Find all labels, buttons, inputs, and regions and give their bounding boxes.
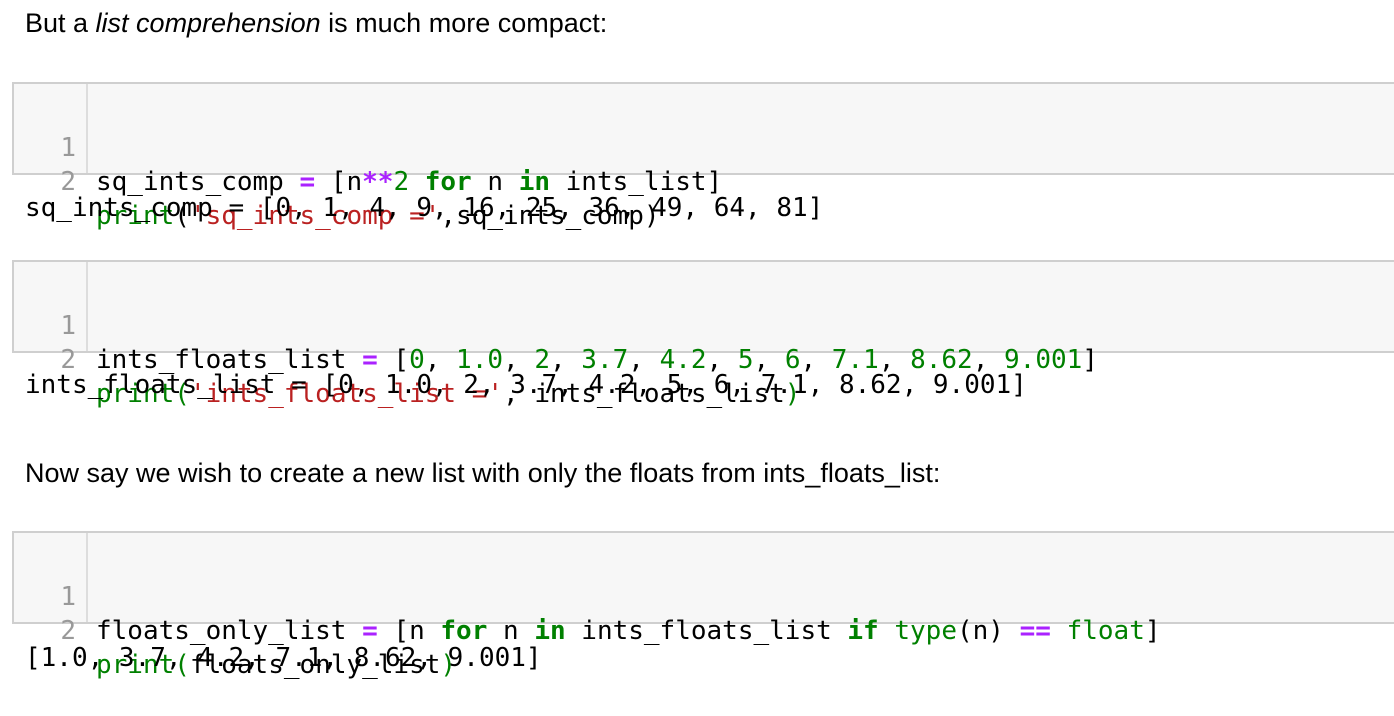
code-line-1: 1 sq_ints_comp = [n**2 for n in ints_lis… — [14, 97, 722, 197]
cell-output-2: ints_floats_list = [0, 1.0, 2, 3.7, 4.2,… — [25, 370, 1027, 400]
markdown-intro: But a list comprehension is much more co… — [25, 6, 607, 40]
code-cell-2[interactable]: 1 ints_floats_list = [0, 1.0, 2, 3.7, 4.… — [12, 260, 1394, 409]
code-line-1: 1 floats_only_list = [n for n in ints_fl… — [14, 546, 1160, 646]
code-line-2: 2 print('ints_floats_list =', ints_float… — [14, 309, 800, 409]
intro-suffix: is much more compact: — [320, 8, 608, 38]
intro-prefix: But a — [25, 8, 96, 38]
code-cell-1[interactable]: 1 sq_ints_comp = [n**2 for n in ints_lis… — [12, 82, 1394, 231]
markdown-floats-text: Now say we wish to create a new list wit… — [25, 458, 941, 488]
code-line-2: 2 print('sq_ints_comp =',sq_ints_comp) — [14, 131, 659, 231]
cell-output-3: [1.0, 3.7, 4.2, 7.1, 8.62, 9.001] — [25, 643, 542, 673]
intro-emphasis: list comprehension — [95, 8, 321, 38]
code-line-2: 2 print(floats_only_list) — [14, 580, 456, 680]
code-line-1: 1 ints_floats_list = [0, 1.0, 2, 3.7, 4.… — [14, 275, 1098, 375]
code-cell-3[interactable]: 1 floats_only_list = [n for n in ints_fl… — [12, 531, 1394, 680]
cell-output-1: sq_ints_comp = [0, 1, 4, 9, 16, 25, 36, … — [25, 193, 824, 223]
